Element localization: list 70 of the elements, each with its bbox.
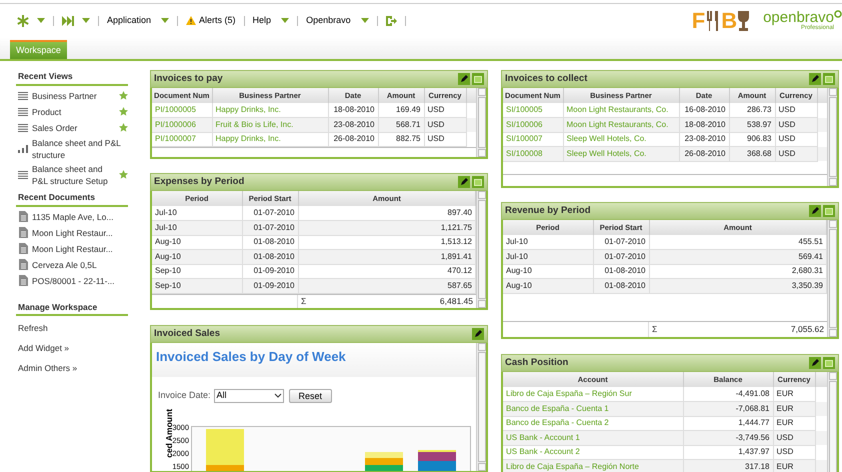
table-cell: 1,121.75 (298, 220, 476, 235)
widget-title: Invoiced Sales (154, 326, 222, 341)
invoice-date-select[interactable]: All (214, 389, 284, 403)
sidebar-item[interactable]: Cerveza Ale 0,5L (16, 256, 128, 272)
reset-button[interactable]: Reset (288, 389, 332, 403)
logo-letter: B (721, 10, 738, 32)
table-cell: Aug-10 (503, 278, 593, 293)
sidebar-item[interactable]: Moon Light Restaur... (16, 224, 128, 240)
table-cell: 1,891.41 (298, 250, 476, 264)
brand-name: openbravo (763, 10, 834, 25)
table-cell: 587.65 (298, 278, 476, 293)
widget-title: Revenue by Period (505, 204, 592, 218)
table-cell: USD (424, 118, 466, 132)
section-title: Recent Views (16, 70, 128, 86)
table-cell: USD (424, 132, 466, 146)
total-value: 7,055.62 (790, 323, 825, 336)
table-cell: 01-09-2010 (242, 278, 298, 293)
widget-title: Expenses by Period (154, 174, 246, 189)
table-cell: USD (773, 430, 815, 445)
sidebar-item[interactable]: Refresh (16, 320, 128, 336)
section-title: Manage Workspace (16, 300, 128, 316)
table-cell: Aug-10 (152, 250, 242, 264)
widget-title: Invoices to pay (154, 72, 224, 86)
total-value: 6,481.45 (440, 294, 474, 308)
table-cell: Jul-10 (503, 250, 593, 264)
sidebar-item[interactable]: Product (16, 104, 128, 120)
sum-symbol: Σ (300, 294, 306, 308)
sum-symbol: Σ (651, 323, 658, 336)
sidebar-item[interactable]: Add Widget » (16, 340, 128, 356)
table-cell: Sep-10 (152, 278, 242, 293)
menu-button[interactable]: Application (103, 14, 174, 28)
sidebar-item[interactable]: Business Partner (16, 88, 128, 104)
table-cell: -3,749.56 (683, 430, 773, 445)
widget-title: Invoices to collect (505, 72, 588, 86)
sidebar-item[interactable]: Balance sheet and P&L structure Setup (16, 162, 128, 188)
table-cell: 368.68 (729, 146, 775, 161)
table-cell: 882.75 (378, 132, 424, 146)
table-cell: USD (775, 146, 817, 161)
table-cell: 3,350.39 (649, 278, 826, 293)
sidebar-item[interactable]: Sales Order (16, 120, 128, 136)
table-cell: 26-08-2010 (679, 146, 729, 161)
logo-letter: F (692, 10, 706, 32)
table-cell: EUR (773, 402, 815, 416)
filter-label: Invoice Date: (158, 389, 211, 402)
table-cell: -7,068.81 (683, 402, 773, 416)
table-cell: 569.41 (649, 250, 826, 264)
alerts-button[interactable]: Alerts (5) (182, 14, 240, 28)
section-title: Recent Documents (16, 190, 128, 206)
table-cell: Jul-10 (152, 220, 242, 235)
table-cell: 01-08-2010 (242, 250, 298, 264)
table-cell: 568.71 (378, 118, 424, 132)
table-cell: 18-08-2010 (679, 118, 729, 132)
chart-title: Invoiced Sales by Day of Week (156, 349, 346, 364)
sidebar-item[interactable]: Admin Others » (16, 360, 128, 376)
table-cell: EUR (773, 460, 815, 472)
table-cell: 01-08-2010 (593, 278, 649, 293)
menu-button[interactable]: Openbravo (302, 14, 373, 28)
sidebar-item[interactable]: POS/80001 - 22-11-... (16, 272, 128, 288)
table-cell: 01-07-2010 (593, 250, 649, 264)
table-cell: USD (775, 118, 817, 132)
sidebar-item[interactable]: 1135 Maple Ave, Lo... (16, 208, 128, 224)
sidebar-item[interactable]: Moon Light Restaur... (16, 240, 128, 256)
widget-title: Cash Position (505, 356, 570, 370)
menu-button[interactable]: Help (248, 14, 294, 28)
table-cell: 23-08-2010 (328, 118, 378, 132)
table-cell: 01-07-2010 (242, 220, 298, 235)
table-cell: 317.18 (683, 460, 773, 472)
table-cell: 538.97 (729, 118, 775, 132)
table-cell: 26-08-2010 (328, 132, 378, 146)
sidebar-item[interactable]: Balance sheet and P&L structure (16, 136, 128, 162)
